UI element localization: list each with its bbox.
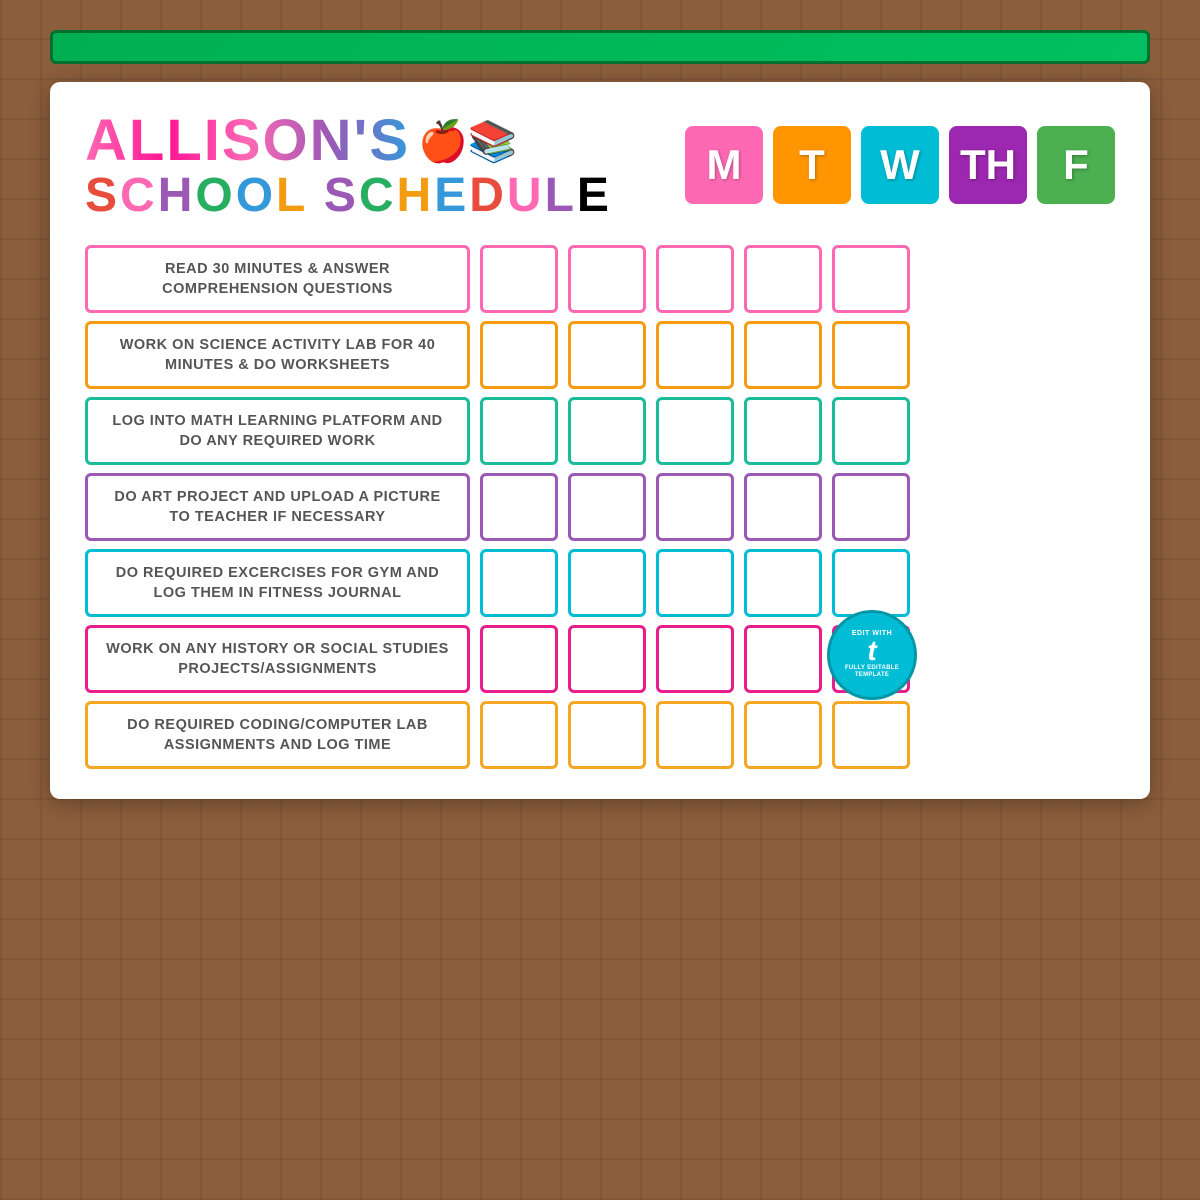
task-label-1: WORK ON SCIENCE ACTIVITY LAB FOR 40 MINU… bbox=[85, 321, 470, 389]
checkbox-0-1[interactable] bbox=[568, 245, 646, 313]
task-label-5: WORK ON ANY HISTORY OR SOCIAL STUDIES PR… bbox=[85, 625, 470, 693]
task-row: DO REQUIRED EXCERCISES FOR GYM AND LOG T… bbox=[85, 549, 1115, 617]
checkbox-6-0[interactable] bbox=[480, 701, 558, 769]
checkbox-4-2[interactable] bbox=[656, 549, 734, 617]
checkbox-6-1[interactable] bbox=[568, 701, 646, 769]
checkboxes-row-3 bbox=[480, 473, 910, 541]
checkbox-6-2[interactable] bbox=[656, 701, 734, 769]
checkbox-5-2[interactable] bbox=[656, 625, 734, 693]
checkbox-3-3[interactable] bbox=[744, 473, 822, 541]
checkbox-3-0[interactable] bbox=[480, 473, 558, 541]
checkbox-4-0[interactable] bbox=[480, 549, 558, 617]
task-label-4: DO REQUIRED EXCERCISES FOR GYM AND LOG T… bbox=[85, 549, 470, 617]
task-label-0: READ 30 MINUTES & ANSWER COMPREHENSION Q… bbox=[85, 245, 470, 313]
checkbox-3-4[interactable] bbox=[832, 473, 910, 541]
school-schedule-label: SCHOOL SCHEDULE bbox=[85, 170, 612, 223]
checkboxes-row-2 bbox=[480, 397, 910, 465]
checkbox-2-1[interactable] bbox=[568, 397, 646, 465]
checkbox-6-4[interactable] bbox=[832, 701, 910, 769]
task-row: WORK ON SCIENCE ACTIVITY LAB FOR 40 MINU… bbox=[85, 321, 1115, 389]
task-label-3: DO ART PROJECT AND UPLOAD A PICTURE TO T… bbox=[85, 473, 470, 541]
task-row: WORK ON ANY HISTORY OR SOCIAL STUDIES PR… bbox=[85, 625, 1115, 693]
checkboxes-row-6 bbox=[480, 701, 910, 769]
checkbox-1-4[interactable] bbox=[832, 321, 910, 389]
checkbox-5-4[interactable]: EDIT WITH t FULLY EDITABLETEMPLATE bbox=[832, 625, 910, 693]
checkbox-0-0[interactable] bbox=[480, 245, 558, 313]
task-label-2: LOG INTO MATH LEARNING PLATFORM AND DO A… bbox=[85, 397, 470, 465]
checkbox-4-4[interactable] bbox=[832, 549, 910, 617]
checkbox-6-3[interactable] bbox=[744, 701, 822, 769]
task-row: DO REQUIRED CODING/COMPUTER LAB ASSIGNME… bbox=[85, 701, 1115, 769]
name-line: ALLISON'S 🍎📚 bbox=[85, 112, 518, 170]
checkbox-5-3[interactable] bbox=[744, 625, 822, 693]
checkbox-5-0[interactable] bbox=[480, 625, 558, 693]
checkbox-4-3[interactable] bbox=[744, 549, 822, 617]
checkbox-2-2[interactable] bbox=[656, 397, 734, 465]
checkbox-2-4[interactable] bbox=[832, 397, 910, 465]
day-thursday: TH bbox=[949, 126, 1027, 204]
promo-banner bbox=[50, 30, 1150, 64]
day-tuesday: T bbox=[773, 126, 851, 204]
day-wednesday: W bbox=[861, 126, 939, 204]
week-section: M T W TH F bbox=[685, 112, 1115, 204]
checkbox-2-0[interactable] bbox=[480, 397, 558, 465]
checkboxes-row-0 bbox=[480, 245, 910, 313]
day-friday: F bbox=[1037, 126, 1115, 204]
checkboxes-row-1 bbox=[480, 321, 910, 389]
checkbox-1-2[interactable] bbox=[656, 321, 734, 389]
checkbox-1-3[interactable] bbox=[744, 321, 822, 389]
checkboxes-row-5: EDIT WITH t FULLY EDITABLETEMPLATE bbox=[480, 625, 910, 693]
checkbox-5-1[interactable] bbox=[568, 625, 646, 693]
templett-badge: EDIT WITH t FULLY EDITABLETEMPLATE bbox=[827, 610, 917, 700]
book-icons: 🍎📚 bbox=[418, 118, 518, 165]
checkbox-3-1[interactable] bbox=[568, 473, 646, 541]
checkbox-1-0[interactable] bbox=[480, 321, 558, 389]
task-row: DO ART PROJECT AND UPLOAD A PICTURE TO T… bbox=[85, 473, 1115, 541]
checkbox-3-2[interactable] bbox=[656, 473, 734, 541]
checkboxes-row-4 bbox=[480, 549, 910, 617]
header-row: ALLISON'S 🍎📚 SCHOOL SCHEDULE M T W TH F bbox=[85, 112, 1115, 223]
main-card: ALLISON'S 🍎📚 SCHOOL SCHEDULE M T W TH F … bbox=[50, 82, 1150, 799]
task-row: LOG INTO MATH LEARNING PLATFORM AND DO A… bbox=[85, 397, 1115, 465]
student-name: ALLISON'S bbox=[85, 112, 410, 170]
checkbox-0-4[interactable] bbox=[832, 245, 910, 313]
checkbox-2-3[interactable] bbox=[744, 397, 822, 465]
task-grid: READ 30 MINUTES & ANSWER COMPREHENSION Q… bbox=[85, 245, 1115, 769]
checkbox-0-3[interactable] bbox=[744, 245, 822, 313]
task-label-6: DO REQUIRED CODING/COMPUTER LAB ASSIGNME… bbox=[85, 701, 470, 769]
day-monday: M bbox=[685, 126, 763, 204]
checkbox-0-2[interactable] bbox=[656, 245, 734, 313]
checkbox-1-1[interactable] bbox=[568, 321, 646, 389]
task-row: READ 30 MINUTES & ANSWER COMPREHENSION Q… bbox=[85, 245, 1115, 313]
day-headers: M T W TH F bbox=[685, 126, 1115, 204]
checkbox-4-1[interactable] bbox=[568, 549, 646, 617]
title-section: ALLISON'S 🍎📚 SCHOOL SCHEDULE bbox=[85, 112, 612, 223]
